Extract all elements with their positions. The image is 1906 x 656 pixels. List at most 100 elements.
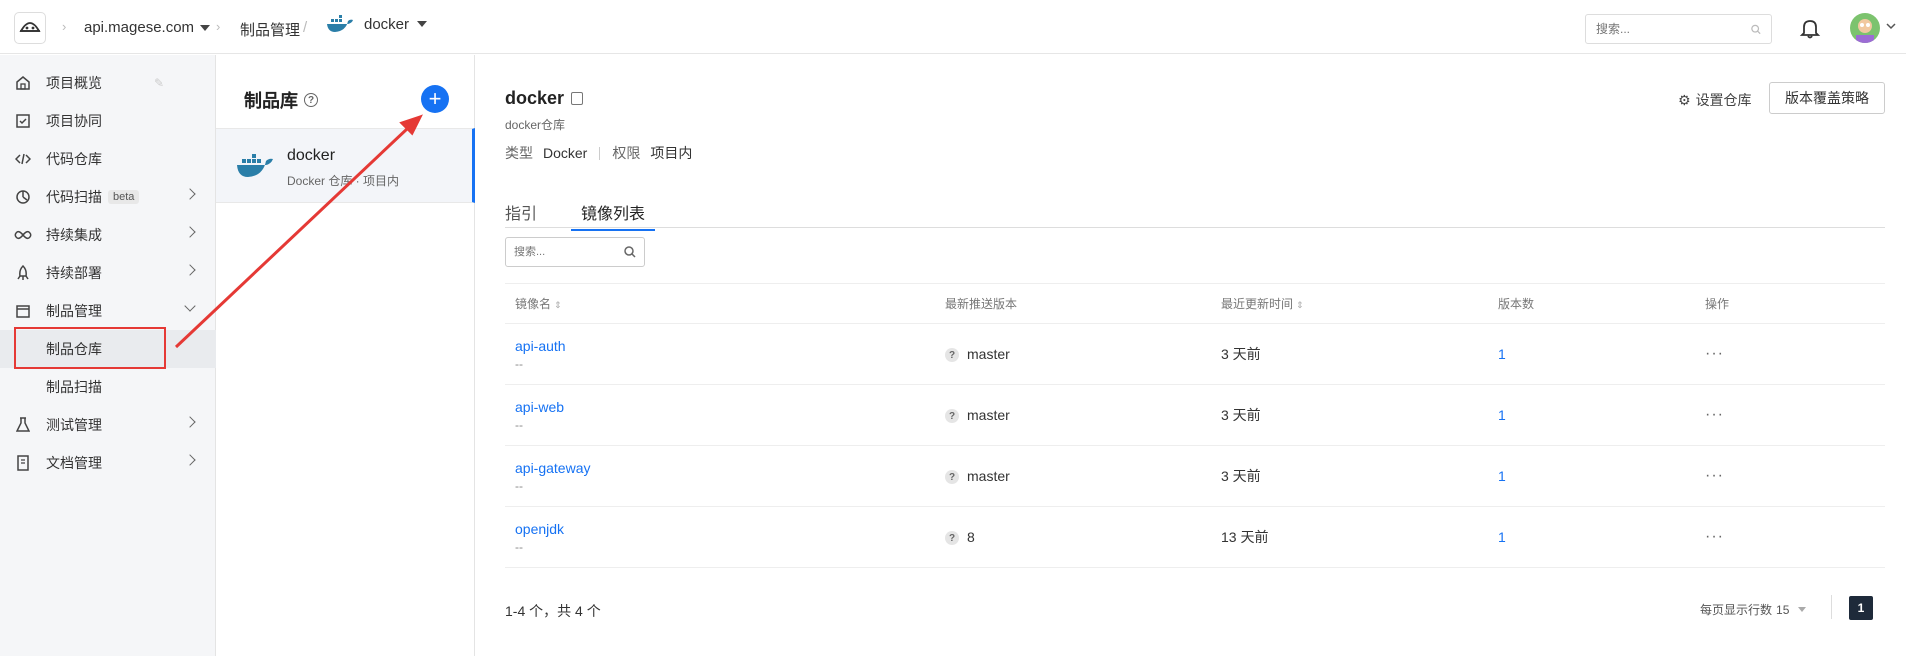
breadcrumb-separator-icon: ›	[62, 19, 67, 34]
table-row: openjdk -- ? 8 13 天前 1 ···	[505, 506, 1885, 568]
more-icon[interactable]: ···	[1705, 467, 1724, 484]
sidebar-item-docs[interactable]: 文档管理	[0, 444, 216, 482]
gear-icon: ⚙	[1678, 91, 1691, 108]
sidebar-item-label: 制品扫描	[46, 379, 102, 395]
code-icon	[14, 150, 32, 168]
docker-whale-icon	[327, 15, 353, 32]
version-count-link[interactable]: 1	[1498, 529, 1506, 545]
help-icon[interactable]: ?	[304, 93, 318, 107]
sidebar-item-ci[interactable]: 持续集成	[0, 216, 216, 254]
main-content: docker docker仓库 类型 Docker 权限 项目内 ⚙ 设置仓库 …	[476, 55, 1906, 656]
search-icon	[624, 246, 636, 258]
chevron-right-icon	[184, 188, 196, 200]
question-icon: ?	[945, 470, 959, 485]
question-icon: ?	[945, 531, 959, 546]
version-count-link[interactable]: 1	[1498, 346, 1506, 362]
docker-whale-icon	[237, 154, 273, 177]
add-repo-button[interactable]: +	[421, 85, 449, 113]
column-label: 最新推送版本	[945, 297, 1018, 311]
sidebar-item-label: 项目概览	[46, 75, 102, 91]
more-icon[interactable]: ···	[1705, 528, 1724, 545]
sidebar-item-artifacts[interactable]: 制品管理	[0, 292, 216, 330]
column-header-name[interactable]: 镜像名 ⇕	[505, 283, 935, 324]
page-title: docker	[505, 88, 584, 109]
pin-icon[interactable]: ✎	[154, 76, 164, 90]
latest-version: master	[967, 345, 1010, 362]
sidebar-item-label: 文档管理	[46, 455, 102, 471]
sidebar-item-label: 持续部署	[46, 265, 102, 281]
more-icon[interactable]: ···	[1705, 406, 1724, 423]
table-row: api-web -- ? master 3 天前 1 ···	[505, 384, 1885, 446]
project-name: api.magese.com	[84, 19, 195, 36]
image-desc: --	[515, 478, 523, 493]
artifact-repo-list-panel: 制品库 ? + docker Docker 仓库 · 项目内	[216, 55, 475, 656]
page-button-current[interactable]: 1	[1849, 596, 1873, 620]
top-bar: › api.magese.com › 制品管理 / docker	[0, 0, 1906, 54]
image-desc: --	[515, 417, 523, 432]
image-name-link[interactable]: api-web	[515, 399, 935, 415]
project-switcher[interactable]: api.magese.com	[84, 19, 211, 36]
table-row: api-gateway -- ? master 3 天前 1 ···	[505, 445, 1885, 507]
repo-list-item[interactable]: docker Docker 仓库 · 项目内	[216, 128, 475, 203]
per-page-select[interactable]: 每页显示行数 15	[1700, 601, 1807, 618]
breadcrumb-artifact[interactable]: 制品管理	[240, 19, 300, 40]
book-icon	[14, 454, 32, 472]
sidebar-item-overview[interactable]: 项目概览 ✎	[0, 64, 216, 102]
sort-icon: ⇕	[554, 300, 562, 310]
version-policy-button[interactable]: 版本覆盖策略	[1769, 82, 1885, 114]
copy-icon[interactable]	[571, 92, 584, 105]
updated-time: 3 天前	[1211, 445, 1488, 507]
sidebar-item-collab[interactable]: 项目协同	[0, 102, 216, 140]
sidebar-subitem-artifact-scan[interactable]: 制品扫描	[0, 368, 216, 406]
sort-icon: ⇕	[1296, 300, 1304, 310]
image-search-input[interactable]	[514, 246, 624, 258]
sidebar-item-testing[interactable]: 测试管理	[0, 406, 216, 444]
settings-repo-link[interactable]: ⚙ 设置仓库	[1678, 90, 1752, 110]
repo-switcher[interactable]: docker	[326, 14, 428, 34]
type-value: Docker	[543, 145, 588, 161]
tab-guide[interactable]: 指引	[505, 200, 537, 229]
bell-icon[interactable]	[1799, 17, 1821, 39]
column-header-ops: 操作	[1695, 283, 1885, 324]
sidebar-item-code[interactable]: 代码仓库	[0, 140, 216, 178]
global-search-input[interactable]	[1596, 22, 1751, 36]
image-name-link[interactable]: api-auth	[515, 338, 935, 354]
image-name-link[interactable]: openjdk	[515, 521, 935, 537]
chevron-down-icon[interactable]	[1886, 22, 1896, 30]
latest-version: master	[967, 406, 1010, 423]
chevron-right-icon	[184, 454, 196, 466]
sidebar-item-cd[interactable]: 持续部署	[0, 254, 216, 292]
column-label: 镜像名	[515, 297, 552, 311]
column-header-updated[interactable]: 最近更新时间 ⇕	[1211, 283, 1488, 324]
tab-image-list[interactable]: 镜像列表	[571, 200, 656, 231]
home-icon	[14, 74, 32, 92]
image-search[interactable]	[505, 237, 645, 267]
breadcrumb-slash: /	[303, 19, 308, 36]
image-desc: --	[515, 539, 523, 554]
image-name-link[interactable]: api-gateway	[515, 460, 935, 476]
table-row: api-auth -- ? master 3 天前 1 ···	[505, 323, 1885, 385]
sidebar-item-label: 项目协同	[46, 113, 102, 129]
global-search[interactable]	[1585, 14, 1772, 44]
beta-badge: beta	[108, 190, 140, 204]
scan-icon	[14, 188, 32, 206]
search-icon	[1751, 24, 1761, 34]
version-count-link[interactable]: 1	[1498, 407, 1506, 423]
version-count-link[interactable]: 1	[1498, 468, 1506, 484]
more-icon[interactable]: ···	[1705, 345, 1724, 362]
sidebar-item-label: 持续集成	[46, 227, 102, 243]
logo-icon[interactable]	[14, 12, 46, 44]
column-header-version: 最新推送版本	[935, 283, 1211, 324]
chevron-right-icon	[184, 226, 196, 238]
divider	[1831, 595, 1832, 619]
question-icon: ?	[945, 348, 959, 363]
caret-down-icon	[417, 21, 428, 27]
column-label: 操作	[1705, 297, 1730, 311]
image-table: 镜像名 ⇕ 最新推送版本 最近更新时间 ⇕ 版本数 操作 api-auth -- ? m…	[505, 283, 1885, 568]
sidebar-item-scan[interactable]: 代码扫描 beta	[0, 178, 216, 216]
updated-time: 3 天前	[1211, 323, 1488, 385]
infinity-icon	[14, 226, 32, 244]
panel-title: 制品库 ?	[244, 87, 318, 113]
chevron-right-icon	[184, 264, 196, 276]
avatar[interactable]	[1850, 13, 1880, 43]
